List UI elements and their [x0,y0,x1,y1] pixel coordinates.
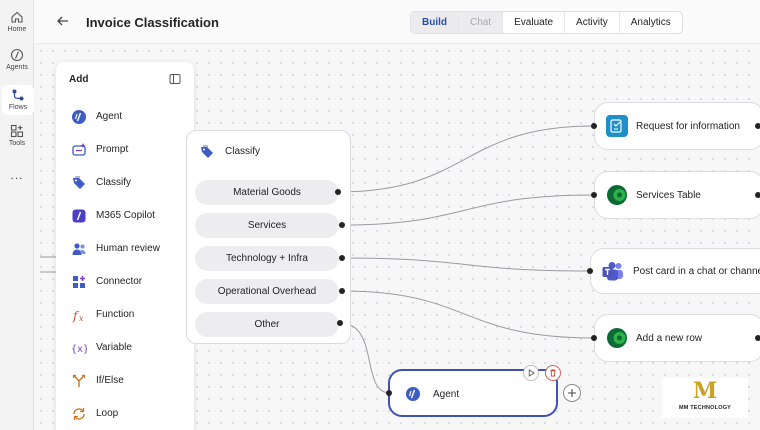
add-item-label: Human review [96,243,160,254]
output-port-add-new-row[interactable] [755,335,760,341]
add-item-loop[interactable]: Loop [69,404,189,424]
node-label: Request for information [636,121,740,132]
input-port-post-card[interactable] [587,268,593,274]
output-port-operational-overhead[interactable] [339,288,345,294]
output-port-request-for-information[interactable] [755,123,760,129]
logo-mark: M [692,378,718,404]
add-item-label: Prompt [96,144,129,155]
node-request-for-information[interactable]: Request for information [594,102,760,150]
collapse-panel-icon[interactable] [169,73,181,85]
classify-node[interactable]: Classify Material Goods Services Technol… [186,130,351,344]
node-services-table[interactable]: Services Table [594,171,760,219]
output-port-technology-infra[interactable] [339,255,345,261]
add-item-variable[interactable]: {x} Variable [69,338,189,358]
add-item-classify[interactable]: Classify [69,173,189,193]
svg-text:{x}: {x} [71,344,87,355]
node-label: Post card in a chat or channel [633,266,760,277]
wire-material-goods [337,125,595,193]
category-technology-infra[interactable]: Technology + Infra [195,246,339,271]
add-item-function[interactable]: fx Function [69,305,189,325]
add-item-agent[interactable]: Agent [69,107,189,127]
node-label: Services Table [636,190,701,201]
watermark-logo: M MM TECHNOLOGY [662,378,748,418]
add-item-human-review[interactable]: Human review [69,239,189,259]
agent-node-label: Agent [433,389,460,400]
connector-icon [73,276,85,288]
add-next-step-button[interactable] [563,384,581,402]
add-panel-title: Add [69,74,89,85]
add-item-m365-copilot[interactable]: M365 Copilot [69,206,189,226]
if-else-icon [72,374,86,387]
classify-tag-icon [201,145,213,158]
category-operational-overhead[interactable]: Operational Overhead [195,279,339,304]
wire-left-stub [40,256,56,273]
wire-technology [341,257,591,272]
add-item-label: Loop [96,408,119,419]
add-item-label: If/Else [96,375,124,386]
add-item-label: Connector [96,276,143,287]
copilot-icon [72,209,86,223]
run-node-button[interactable] [523,365,539,381]
add-item-label: M365 Copilot [96,210,155,221]
add-item-if-else[interactable]: If/Else [69,371,189,391]
node-post-card[interactable]: Post card in a chat or channel [590,248,760,294]
add-item-prompt[interactable]: Prompt [69,140,189,160]
input-port-agent[interactable] [386,390,392,396]
add-item-label: Variable [96,342,132,353]
classify-node-title: Classify [225,146,261,157]
delete-node-button[interactable] [545,365,561,381]
add-item-label: Agent [96,111,123,122]
human-review-icon [72,243,86,255]
function-icon: fx [72,309,84,323]
dataverse-icon [607,185,627,205]
teams-icon [602,262,623,281]
loop-icon [73,408,85,420]
wire-services [341,194,595,226]
classify-tag-icon [73,176,85,189]
output-port-other[interactable] [337,320,343,326]
category-services[interactable]: Services [195,213,339,238]
input-port-add-new-row[interactable] [591,335,597,341]
variable-icon: {x} [71,344,87,355]
output-port-services-table[interactable] [755,192,760,198]
output-port-services[interactable] [339,222,345,228]
agent-icon [406,387,420,401]
output-port-material-goods[interactable] [335,189,341,195]
add-item-connector[interactable]: Connector [69,272,189,292]
dataverse-icon [607,328,627,348]
wire-operational [341,290,595,339]
svg-text:x: x [79,314,84,323]
input-port-request-for-information[interactable] [591,123,597,129]
category-other[interactable]: Other [195,312,339,337]
form-icon [606,115,628,137]
add-item-label: Classify [96,177,132,188]
add-item-label: Function [96,309,135,320]
category-material-goods[interactable]: Material Goods [195,180,339,205]
agent-icon [72,110,86,124]
add-panel: Add Agent Prompt Classify M365 Copilot H… [56,62,194,430]
logo-text: MM TECHNOLOGY [678,405,732,411]
node-add-new-row[interactable]: Add a new row [594,314,760,362]
prompt-icon [72,143,86,156]
input-port-services-table[interactable] [591,192,597,198]
node-label: Add a new row [636,333,703,344]
